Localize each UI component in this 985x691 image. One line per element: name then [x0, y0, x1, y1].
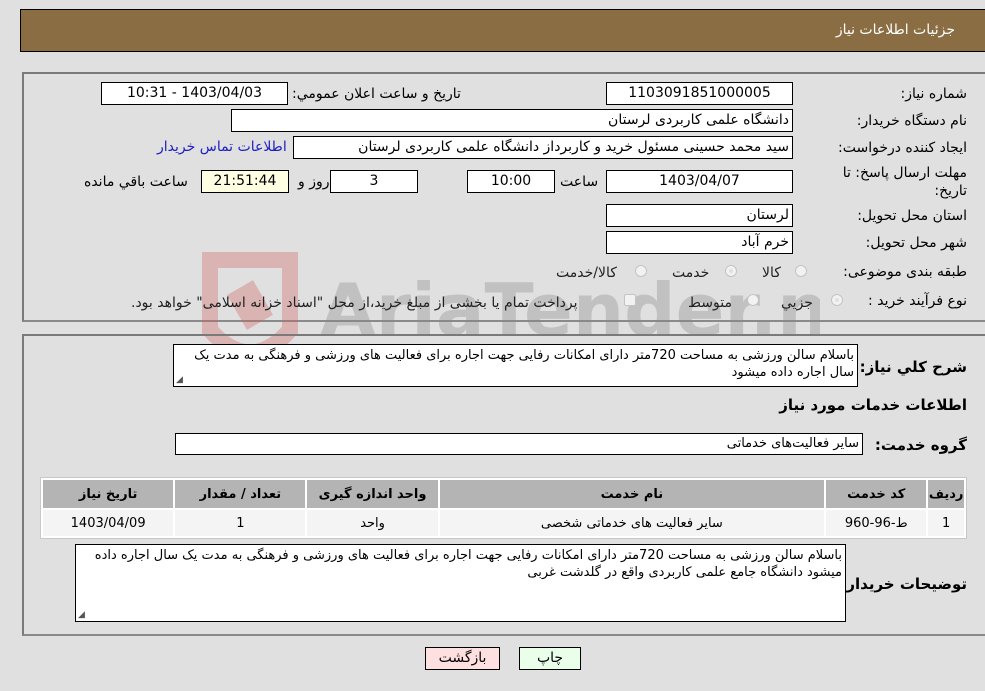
- description-text: باسلام سالن ورزشی به مساحت 720متر دارای …: [194, 348, 854, 380]
- buyer-contact-link[interactable]: اطلاعات تماس خریدار: [157, 139, 287, 155]
- category-service-radio[interactable]: [725, 265, 737, 277]
- announce-datetime-field: 1403/04/03 - 10:31: [101, 82, 288, 105]
- page-header: جزئیات اطلاعات نیاز: [20, 9, 985, 52]
- description-textarea[interactable]: باسلام سالن ورزشی به مساحت 720متر دارای …: [173, 344, 858, 387]
- col-header-unit: واحد اندازه گیری: [307, 480, 438, 508]
- page-title: جزئیات اطلاعات نیاز: [835, 22, 955, 38]
- table-row: 1 ط-96-960 سایر فعالیت های خدماتی شخصی و…: [43, 510, 964, 536]
- cell-unit: واحد: [307, 510, 438, 536]
- category-goods-service-radio[interactable]: [635, 265, 647, 277]
- buyer-notes-text: باسلام سالن ورزشی به مساحت 720متر دارای …: [94, 548, 842, 580]
- process-label: نوع فرآیند خرید :: [868, 293, 967, 309]
- cell-quantity: 1: [175, 510, 306, 536]
- city-field: خرم آباد: [606, 231, 793, 254]
- col-header-service-code: کد خدمت: [826, 480, 927, 508]
- process-minor-label: جزيي: [781, 295, 813, 311]
- back-button[interactable]: بازگشت: [425, 647, 500, 670]
- table-header-row: ردیف کد خدمت نام خدمت واحد اندازه گیری ت…: [43, 480, 964, 508]
- category-goods-service-label: کالا/خدمت: [556, 265, 617, 281]
- treasury-checkbox[interactable]: [624, 294, 636, 306]
- deadline-label: مهلت ارسال پاسخ: تا تاریخ:: [842, 165, 967, 199]
- process-medium-label: متوسط: [688, 295, 732, 311]
- need-number-field: 1103091851000005: [606, 82, 793, 105]
- process-minor-radio[interactable]: [831, 294, 843, 306]
- remaining-time-label: ساعت باقي مانده: [84, 174, 188, 190]
- cell-row-number: 1: [928, 510, 964, 536]
- description-label: شرح کلي نیاز:: [859, 358, 967, 376]
- category-goods-label: کالا: [762, 265, 781, 281]
- category-goods-radio[interactable]: [795, 265, 807, 277]
- province-label: استان محل تحویل:: [857, 208, 967, 224]
- services-heading: اطلاعات خدمات مورد نیاز: [779, 396, 967, 414]
- buyer-notes-textarea[interactable]: باسلام سالن ورزشی به مساحت 720متر دارای …: [75, 544, 846, 622]
- remaining-days-field: 3: [330, 170, 418, 193]
- need-number-label: شماره نیاز:: [900, 86, 968, 102]
- province-field: لرستان: [606, 204, 793, 227]
- print-button[interactable]: چاپ: [519, 647, 581, 670]
- buyer-org-label: نام دستگاه خریدار:: [856, 113, 967, 129]
- category-service-label: خدمت: [672, 265, 710, 281]
- treasury-checkbox-label: پرداخت تمام یا بخشی از مبلغ خرید،از محل …: [131, 295, 578, 311]
- deadline-time-label: ساعت: [560, 174, 599, 190]
- days-label: روز و: [298, 174, 330, 190]
- cell-service-name: سایر فعالیت های خدماتی شخصی: [439, 510, 825, 536]
- service-group-field: سایر فعالیت‌های خدماتی: [175, 433, 863, 455]
- remaining-time-field: 21:51:44: [201, 170, 289, 193]
- buyer-org-field: دانشگاه علمی کاربردی لرستان: [231, 109, 793, 132]
- col-header-need-date: تاریخ نیاز: [43, 480, 174, 508]
- cell-service-code: ط-96-960: [826, 510, 927, 536]
- service-group-label: گروه خدمت:: [874, 436, 967, 454]
- resize-handle-icon[interactable]: ◢: [176, 376, 184, 385]
- deadline-time-field: 10:00: [467, 170, 555, 193]
- announce-datetime-label: تاریخ و ساعت اعلان عمومي:: [292, 86, 461, 102]
- buyer-notes-label: توضیحات خریدار:: [840, 575, 967, 593]
- col-header-service-name: نام خدمت: [439, 480, 825, 508]
- deadline-date-field: 1403/04/07: [606, 170, 793, 193]
- col-header-row-number: ردیف: [928, 480, 964, 508]
- requester-field: سید محمد حسینی مسئول خرید و کاربرداز دان…: [293, 136, 793, 159]
- cell-need-date: 1403/04/09: [43, 510, 174, 536]
- process-medium-radio[interactable]: [747, 294, 759, 306]
- resize-handle-icon[interactable]: ◢: [78, 611, 86, 620]
- services-table: ردیف کد خدمت نام خدمت واحد اندازه گیری ت…: [40, 477, 967, 539]
- city-label: شهر محل تحویل:: [865, 235, 967, 251]
- category-label: طبقه بندی موضوعی:: [843, 264, 967, 280]
- requester-label: ایجاد کننده درخواست:: [838, 140, 967, 156]
- col-header-quantity: تعداد / مقدار: [175, 480, 306, 508]
